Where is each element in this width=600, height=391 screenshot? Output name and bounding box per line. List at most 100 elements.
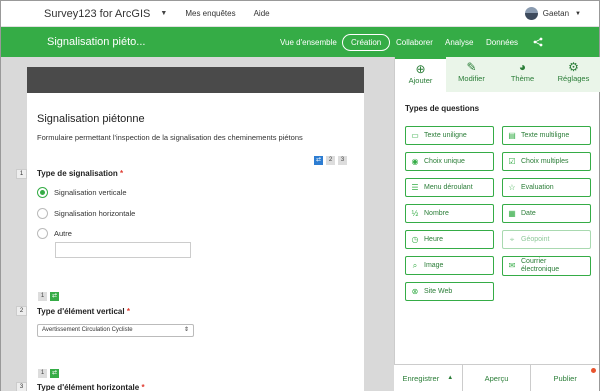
clock-icon: ◷ — [411, 235, 419, 244]
qtype-date[interactable]: ▦ Date — [502, 204, 591, 223]
tab-label: Thème — [510, 74, 535, 83]
form-description[interactable]: Formulaire permettant l'inspection de la… — [37, 133, 303, 142]
chevron-down-icon: ▼ — [575, 10, 581, 17]
tab-creation-label: Création — [342, 33, 391, 51]
qtype-label: Courrier électronique — [521, 258, 560, 273]
nav-my-surveys[interactable]: Mes enquêtes — [185, 9, 235, 18]
builder-panel: ⊕ Ajouter ✎ Modifier ◕ Thème ⚙ Réglages Type… — [394, 57, 600, 391]
user-menu[interactable]: Gaetan ▼ — [524, 7, 581, 20]
tab-label: Modifier — [458, 74, 485, 83]
relevance-icon[interactable]: ⇄ — [50, 292, 59, 301]
qtype-label: Evaluation — [521, 184, 554, 191]
publish-button[interactable]: Publier — [531, 365, 599, 391]
question-badge[interactable]: 3 — [338, 156, 347, 165]
qtype-time[interactable]: ◷ Heure — [405, 230, 494, 249]
question-label[interactable]: Type d'élément horizontale * — [37, 383, 145, 391]
qtype-number[interactable]: ½ Nombre — [405, 204, 494, 223]
question-number: 3 — [16, 382, 27, 391]
form-title[interactable]: Signalisation piétonne — [37, 113, 145, 125]
qtype-label: Heure — [424, 236, 444, 243]
qtype-text-line[interactable]: ▭ Texte uniligne — [405, 126, 494, 145]
location-icon: ⌖ — [509, 234, 515, 244]
qtype-multiple-choice[interactable]: ☑ Choix multiples — [502, 152, 591, 171]
qtype-label: Texte multiligne — [521, 132, 570, 139]
tab-overview[interactable]: Vue d'ensemble — [280, 27, 337, 57]
qtype-label: Texte uniligne — [424, 132, 467, 139]
pencil-icon: ✎ — [466, 60, 477, 74]
required-mark: * — [120, 169, 124, 178]
qtype-label: Site Web — [424, 288, 453, 295]
dropdown-icon: ☰ — [411, 183, 419, 192]
relevance-icon[interactable]: ⇄ — [50, 369, 59, 378]
qtype-website[interactable]: ⊗ Site Web — [405, 282, 494, 301]
qtype-label: Image — [424, 262, 444, 269]
tab-settings[interactable]: ⚙ Réglages — [548, 57, 599, 92]
radio-selected-icon[interactable] — [37, 187, 48, 198]
choice-option[interactable]: Signalisation horizontale — [37, 208, 135, 219]
tab-creation[interactable]: Création — [342, 27, 391, 57]
qtype-text-multi[interactable]: ▤ Texte multiligne — [502, 126, 591, 145]
checkbox-icon: ☑ — [508, 157, 516, 166]
question-label-text: Type d'élément horizontale — [37, 383, 140, 391]
select-value: Avertissement Circulation Cycliste — [42, 327, 133, 333]
question-label[interactable]: Type de signalisation * — [37, 169, 123, 178]
caret-up-icon[interactable]: ▲ — [447, 375, 453, 381]
qtype-rating[interactable]: ☆ Evaluation — [502, 178, 591, 197]
survey-nav-bar: Signalisation piéto... Vue d'ensemble Cr… — [1, 27, 599, 57]
qtype-label: Géopoint — [521, 236, 550, 243]
palette-icon: ◕ — [518, 60, 527, 74]
form-canvas: Signalisation piétonne Formulaire permet… — [1, 57, 394, 391]
link-icon: ⊗ — [411, 287, 419, 296]
save-button[interactable]: Enregistrer ▲ — [394, 365, 463, 391]
radio-icon[interactable] — [37, 228, 48, 239]
number-icon: ½ — [411, 209, 419, 218]
tab-label: Réglages — [557, 74, 590, 83]
form-header-banner[interactable] — [27, 67, 364, 93]
chevron-updown-icon: ⇕ — [183, 327, 189, 333]
save-label: Enregistrer — [402, 373, 440, 383]
mail-icon: ✉ — [508, 261, 516, 270]
question-label-text: Type de signalisation — [37, 169, 118, 178]
vertical-element-select[interactable]: Avertissement Circulation Cycliste ⇕ — [37, 324, 194, 337]
tab-data[interactable]: Données — [486, 27, 518, 57]
required-mark: * — [141, 383, 145, 391]
tab-add[interactable]: ⊕ Ajouter — [395, 57, 446, 92]
question-label-text: Type d'élément vertical — [37, 307, 125, 316]
choice-option[interactable]: Autre — [37, 228, 72, 239]
question-number: 1 — [16, 169, 27, 179]
relevance-icon[interactable]: ⇄ — [314, 156, 323, 165]
qtype-dropdown[interactable]: ☰ Menu déroulant — [405, 178, 494, 197]
chevron-down-icon[interactable]: ▼ — [160, 10, 167, 17]
text-multi-icon: ▤ — [508, 131, 516, 140]
required-mark: * — [126, 307, 130, 316]
qtype-label: Choix unique — [424, 158, 465, 165]
qtype-single-choice[interactable]: ◉ Choix unique — [405, 152, 494, 171]
qtype-label: Date — [521, 210, 536, 217]
qtype-email[interactable]: ✉ Courrier électronique — [502, 256, 591, 276]
question-badge[interactable]: 1 — [38, 369, 47, 378]
radio-icon: ◉ — [411, 157, 419, 166]
preview-button[interactable]: Aperçu — [463, 365, 532, 391]
question-label[interactable]: Type d'élément vertical * — [37, 307, 130, 316]
question-badge[interactable]: 2 — [326, 156, 335, 165]
other-text-input[interactable] — [55, 242, 191, 258]
app-brand[interactable]: Survey123 for ArcGIS — [44, 8, 150, 20]
nav-help[interactable]: Aide — [254, 9, 270, 18]
radio-icon[interactable] — [37, 208, 48, 219]
qtype-image[interactable]: ⌕ Image — [405, 256, 494, 275]
share-icon[interactable] — [533, 37, 543, 47]
tab-edit[interactable]: ✎ Modifier — [446, 57, 497, 92]
question-badge[interactable]: 1 — [38, 292, 47, 301]
preview-label: Aperçu — [484, 373, 509, 383]
tab-theme[interactable]: ◕ Thème — [497, 57, 548, 92]
qtype-label: Menu déroulant — [424, 184, 473, 191]
tab-collaborate[interactable]: Collaborer — [396, 27, 433, 57]
qtype-geopoint: ⌖ Géopoint — [502, 230, 591, 249]
form-card: Signalisation piétonne Formulaire permet… — [27, 67, 364, 391]
settings-icon: ⚙ — [568, 60, 579, 74]
plus-circle-icon: ⊕ — [415, 62, 426, 76]
choice-option[interactable]: Signalisation verticale — [37, 187, 127, 198]
panel-tabs: ⊕ Ajouter ✎ Modifier ◕ Thème ⚙ Réglages — [395, 57, 600, 92]
tab-analyze[interactable]: Analyse — [445, 27, 473, 57]
avatar — [524, 7, 538, 20]
